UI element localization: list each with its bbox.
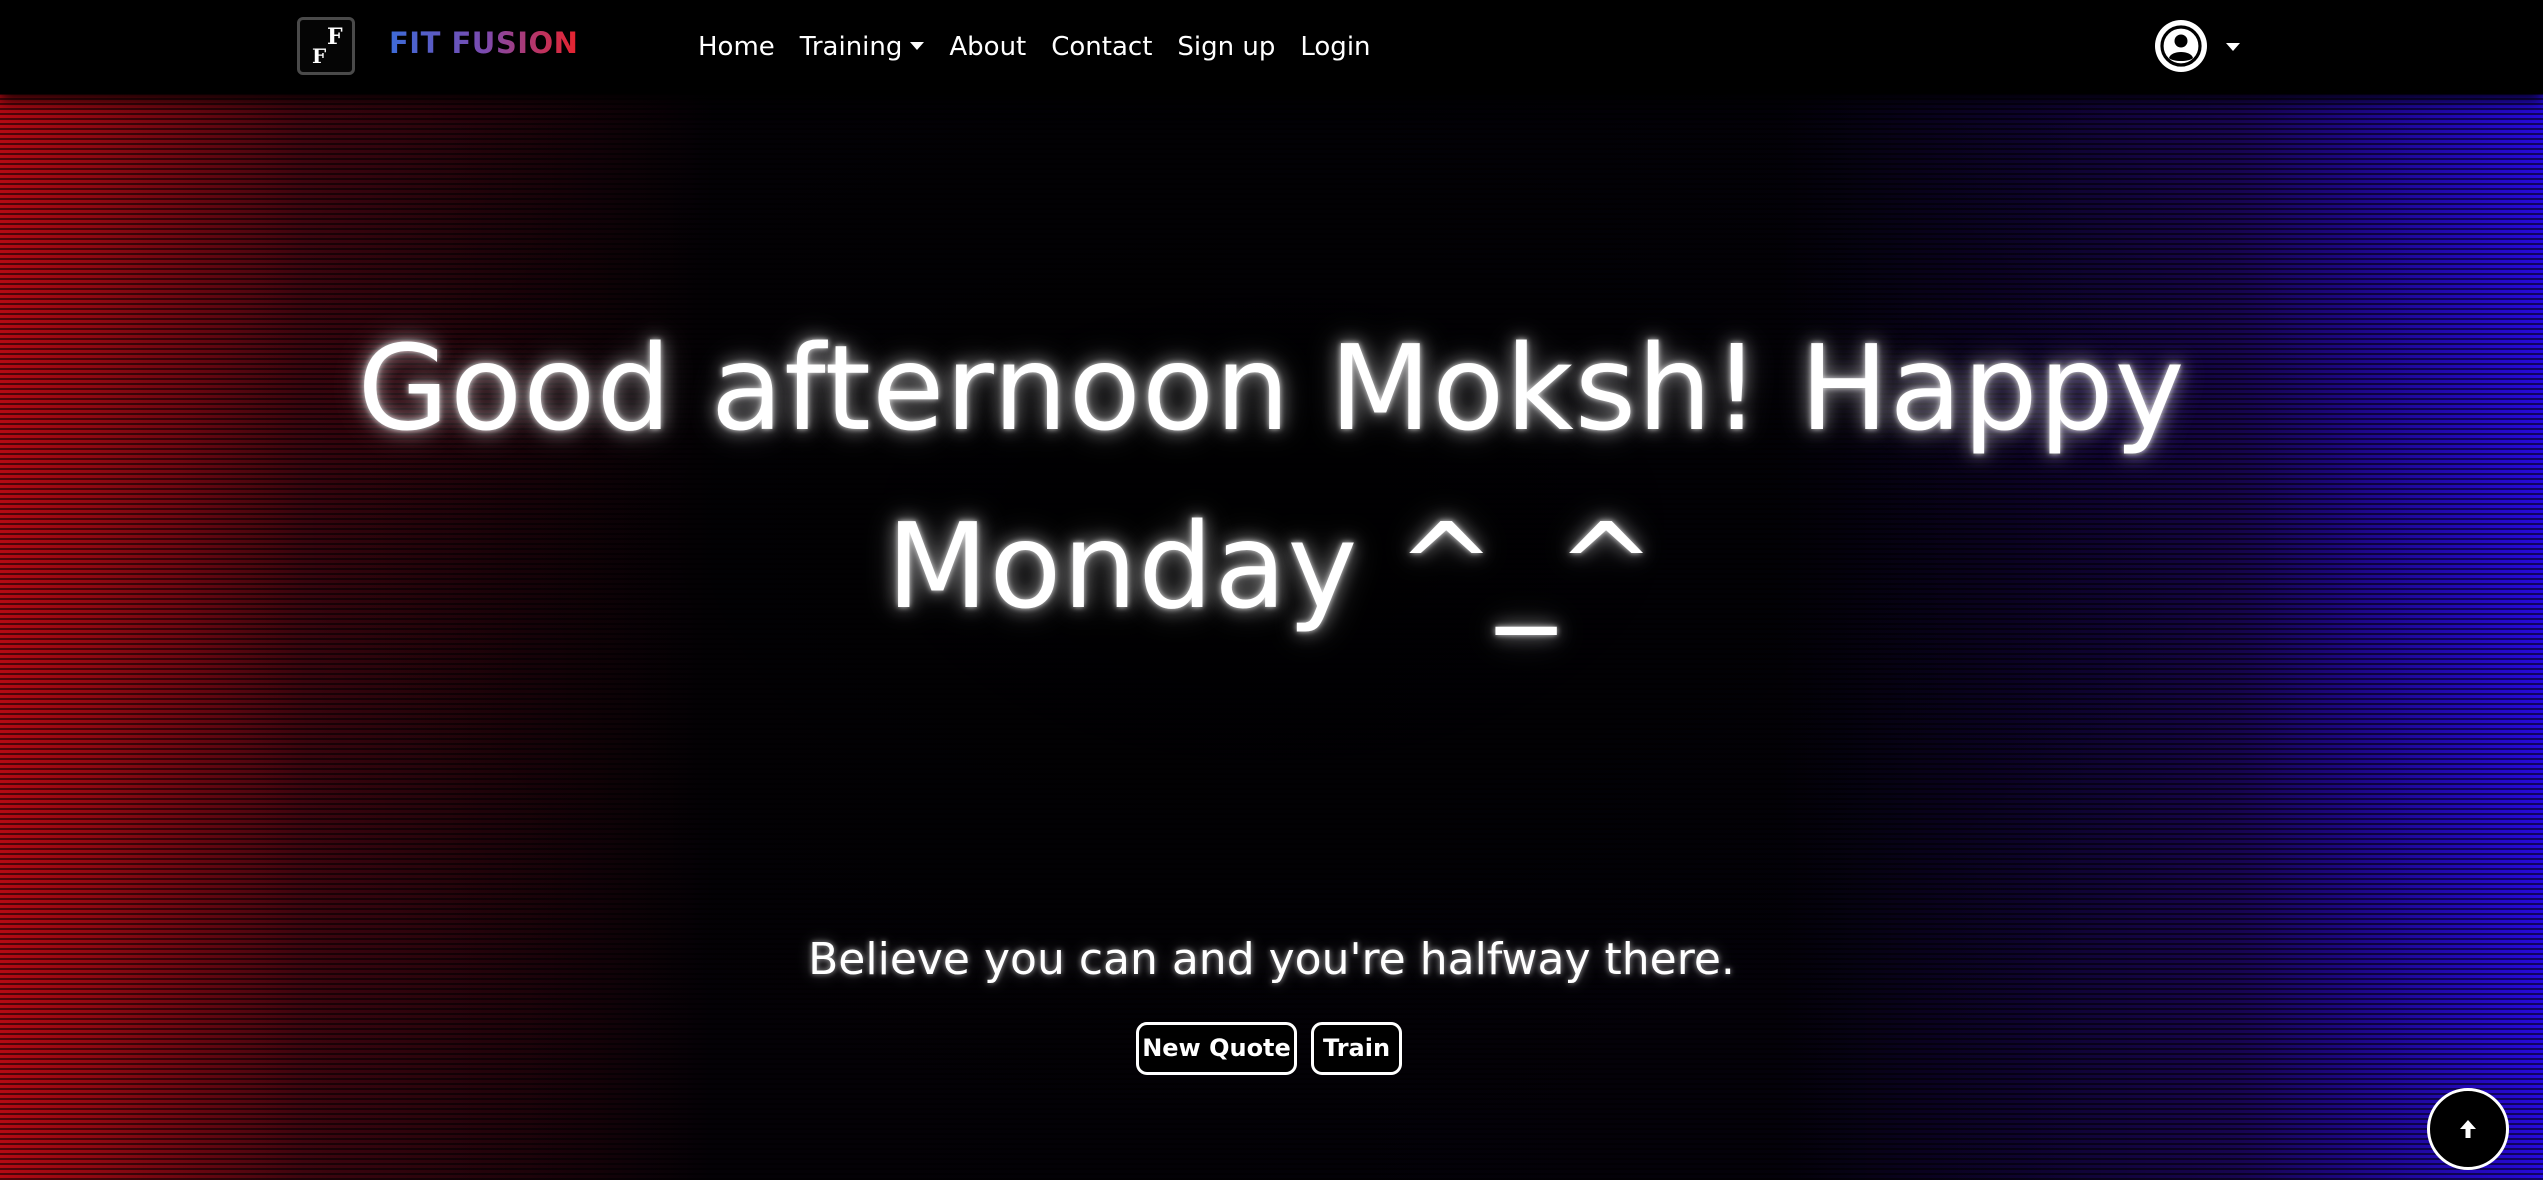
- nav-link-training[interactable]: Training: [800, 32, 903, 62]
- logo-letter: F: [327, 24, 343, 50]
- chevron-down-icon: [910, 41, 925, 50]
- nav-dropdown-training[interactable]: Training: [800, 32, 925, 62]
- scroll-to-top-button[interactable]: [2427, 1088, 2509, 1170]
- nav-links: Home Training About Contact Sign up Logi…: [698, 32, 1371, 62]
- nav-link-contact[interactable]: Contact: [1051, 32, 1152, 62]
- quote-text: Believe you can and you're halfway there…: [808, 934, 1735, 985]
- new-quote-button[interactable]: New Quote: [1136, 1022, 1297, 1075]
- logo-letter: F: [312, 44, 327, 68]
- logo[interactable]: F F: [297, 17, 355, 75]
- navbar: F F FIT FUSION Home Training About Conta…: [0, 0, 2543, 94]
- user-avatar-button[interactable]: [2155, 20, 2207, 72]
- nav-link-login[interactable]: Login: [1300, 32, 1370, 62]
- chevron-down-icon[interactable]: [2226, 43, 2240, 51]
- arrow-up-icon: [2460, 1120, 2476, 1138]
- nav-link-about[interactable]: About: [949, 32, 1026, 62]
- train-button[interactable]: Train: [1311, 1022, 1402, 1075]
- brand-name[interactable]: FIT FUSION: [389, 26, 578, 60]
- user-circle-icon: [2160, 25, 2202, 67]
- nav-link-signup[interactable]: Sign up: [1177, 32, 1275, 62]
- nav-link-home[interactable]: Home: [698, 32, 775, 62]
- greeting-heading: Good afternoon Moksh! Happy Monday ^_^: [357, 319, 2186, 636]
